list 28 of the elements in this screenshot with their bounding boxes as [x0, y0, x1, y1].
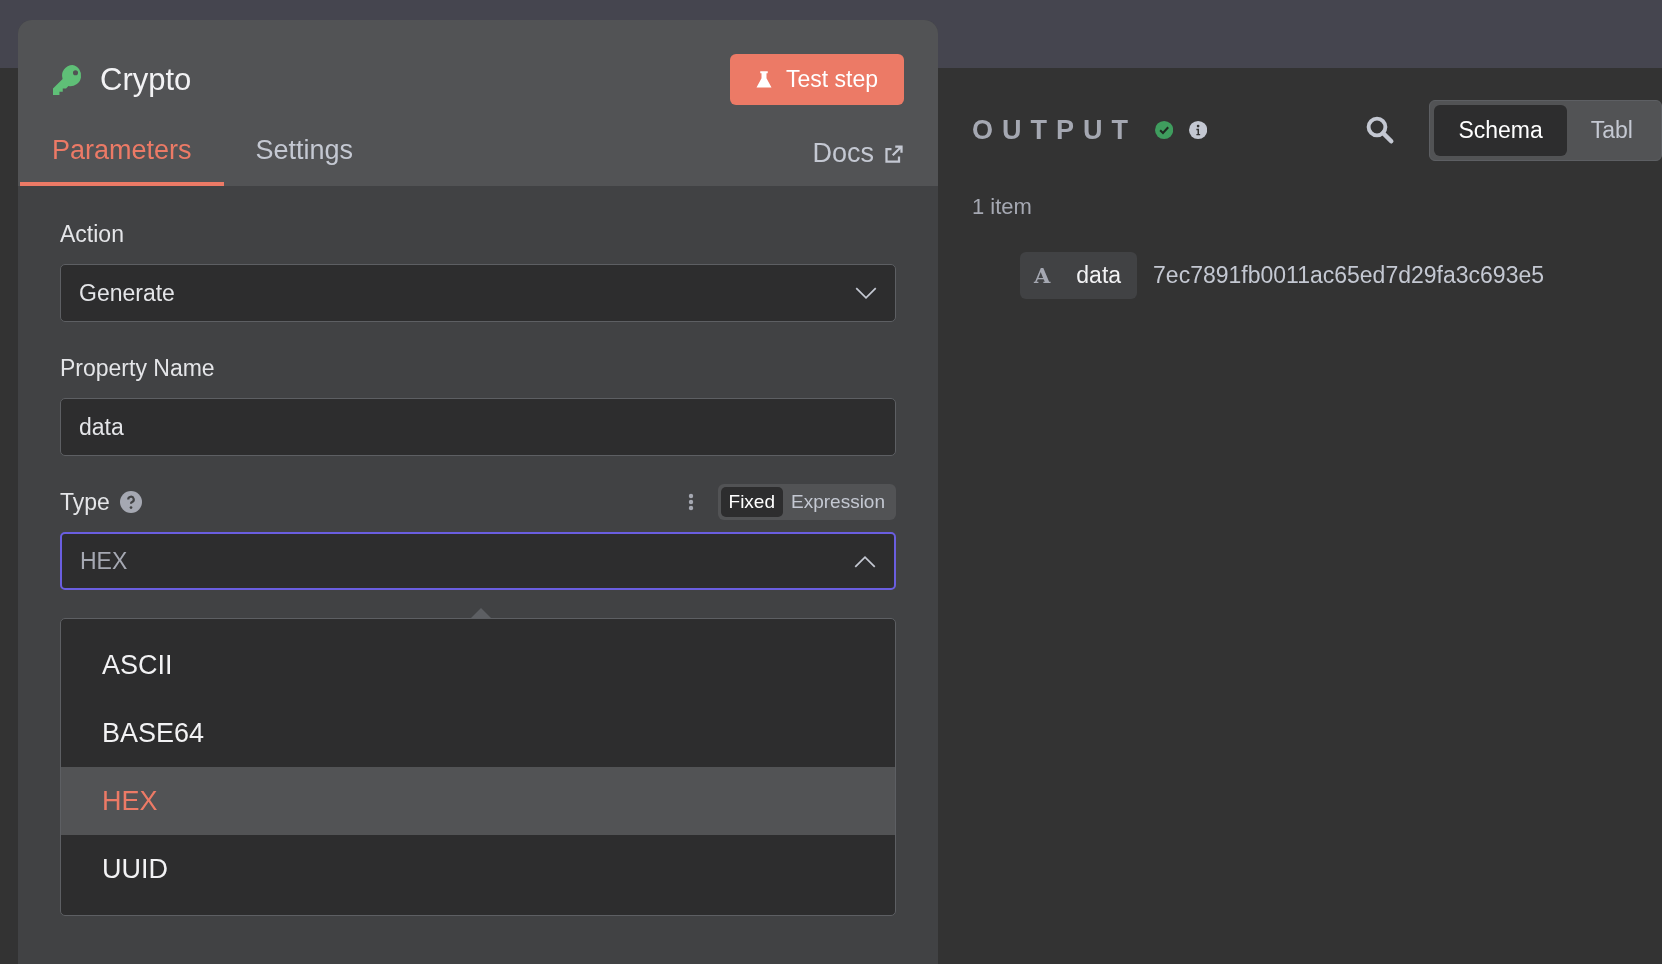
chevron-icon	[854, 554, 876, 568]
more-options-icon[interactable]	[687, 491, 694, 513]
external-link-icon	[884, 143, 904, 164]
string-type-icon: A	[1034, 263, 1051, 288]
dropdown-option[interactable]: BASE64	[61, 699, 895, 767]
dropdown-option[interactable]: UUID	[61, 835, 895, 903]
docs-link[interactable]: Docs	[812, 135, 904, 186]
field-label: Action	[60, 220, 124, 248]
search-icon[interactable]	[1365, 115, 1396, 145]
mode-option[interactable]: Fixed	[720, 487, 783, 517]
view-tab[interactable]: Schema	[1434, 104, 1567, 156]
dropdown-option[interactable]: ASCII	[61, 631, 895, 699]
field-label: Type	[60, 488, 110, 516]
schema-value: 7ec7891fb0011ac65ed7d29fa3c693e5	[1153, 262, 1544, 289]
tab[interactable]: Settings	[223, 135, 386, 186]
output-title: OUTPUT	[972, 114, 1137, 146]
select-field[interactable]: Generate	[60, 264, 896, 322]
flask-icon	[753, 69, 774, 90]
field-label: Property Name	[60, 354, 215, 382]
input-field[interactable]: data	[60, 398, 896, 456]
item-count: 1 item	[972, 194, 1033, 220]
mode-option[interactable]: Expression	[783, 487, 893, 517]
schema-key-chip[interactable]: A data	[1020, 252, 1138, 299]
help-icon[interactable]	[119, 491, 142, 513]
chevron-icon	[855, 286, 877, 300]
view-tab[interactable]: Tabl	[1566, 104, 1657, 156]
node-title: Crypto	[100, 61, 192, 98]
select-field[interactable]: HEX	[60, 532, 896, 590]
